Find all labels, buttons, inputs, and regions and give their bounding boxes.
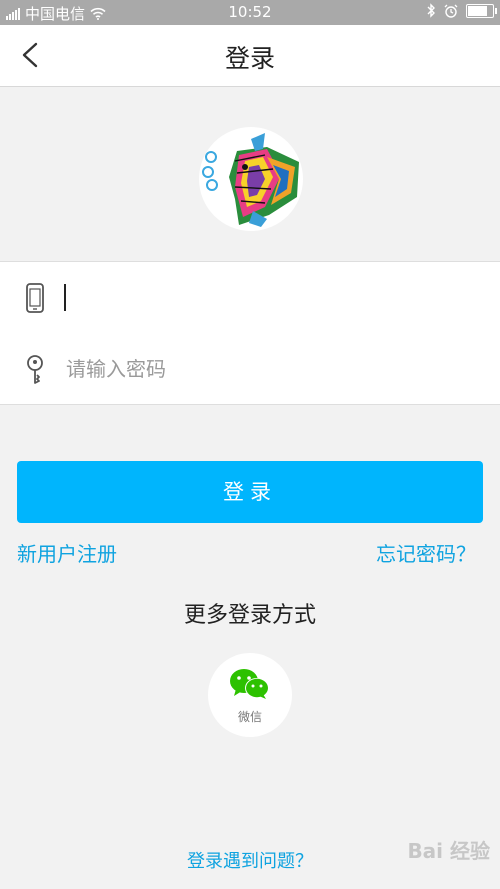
status-bar: 中国电信 10:52 <box>0 0 500 25</box>
text-caret <box>64 284 66 311</box>
nav-bar: 登录 <box>0 25 500 87</box>
fish-illustration <box>202 133 299 227</box>
phone-icon <box>26 283 44 313</box>
bluetooth-icon <box>427 3 435 18</box>
battery-icon <box>466 3 497 18</box>
phone-input[interactable] <box>64 274 478 322</box>
register-link[interactable]: 新用户注册 <box>17 538 117 567</box>
wechat-icon <box>230 669 269 699</box>
login-button[interactable]: 登录 <box>17 461 483 523</box>
baidu-watermark: Bai 经验 <box>407 839 490 863</box>
page-title: 登录 <box>224 44 275 73</box>
status-right <box>426 3 497 18</box>
wechat-login-button[interactable]: 微信 <box>208 653 292 737</box>
status-time: 10:52 <box>228 3 272 21</box>
alarm-icon <box>444 4 458 18</box>
forgot-password-link[interactable]: 忘记密码？ <box>376 538 476 567</box>
wechat-label: 微信 <box>237 710 262 724</box>
password-field <box>0 333 500 405</box>
phone-field <box>0 261 500 334</box>
key-icon <box>27 355 43 384</box>
password-input[interactable] <box>64 345 478 393</box>
battery-fill <box>468 5 487 16</box>
more-login-title: 更多登录方式 <box>183 603 316 628</box>
avatar <box>199 127 303 231</box>
